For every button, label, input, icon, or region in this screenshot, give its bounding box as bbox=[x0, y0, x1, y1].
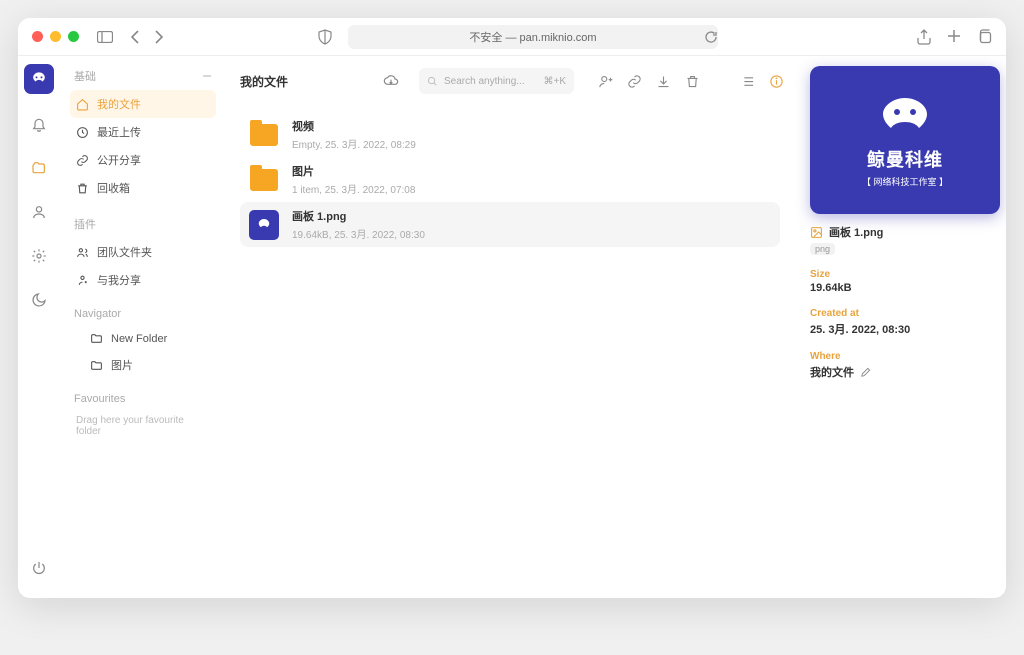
preview-subtitle: 【 网络科技工作室 】 bbox=[862, 175, 948, 188]
edit-path-icon[interactable] bbox=[860, 367, 871, 378]
tabs-icon[interactable] bbox=[977, 29, 992, 45]
maximize-window-button[interactable] bbox=[68, 31, 79, 42]
nav-label: 回收箱 bbox=[97, 180, 130, 196]
nav-label: 公开分享 bbox=[97, 152, 141, 168]
close-window-button[interactable] bbox=[32, 31, 43, 42]
file-row-folder-video[interactable]: 视频 Empty, 25. 3月. 2022, 08:29 bbox=[240, 112, 780, 157]
nav-label: 最近上传 bbox=[97, 124, 141, 140]
image-icon bbox=[810, 226, 823, 239]
search-placeholder: Search anything... bbox=[444, 76, 537, 87]
favorites-title: Favourites bbox=[74, 393, 125, 405]
nav-section-plugins-title: 插件 bbox=[74, 216, 96, 232]
icon-rail bbox=[18, 56, 60, 598]
nav-forward-button[interactable] bbox=[154, 30, 163, 44]
preview-title: 鲸曼科维 bbox=[867, 146, 943, 172]
view-toggle-button[interactable] bbox=[740, 74, 755, 89]
nav-item-publicshare[interactable]: 公开分享 bbox=[70, 146, 216, 174]
app-logo[interactable] bbox=[24, 64, 54, 94]
nav-item-trash[interactable]: 回收箱 bbox=[70, 174, 216, 202]
detail-filename-row: 画板 1.png bbox=[810, 224, 994, 240]
link-icon bbox=[76, 154, 89, 167]
file-name: 画板 1.png bbox=[292, 208, 425, 224]
file-preview: 鲸曼科维 【 网络科技工作室 】 bbox=[810, 66, 1000, 214]
nav-item-recent[interactable]: 最近上传 bbox=[70, 118, 216, 146]
ext-badge: png bbox=[810, 243, 835, 255]
share-icon[interactable] bbox=[917, 29, 931, 45]
search-input[interactable]: Search anything... ⌘+K bbox=[419, 68, 574, 94]
folder-icon bbox=[90, 359, 103, 372]
share-icon bbox=[76, 274, 89, 287]
detail-filename: 画板 1.png bbox=[829, 224, 883, 240]
breadcrumb[interactable]: 我的文件 bbox=[240, 73, 373, 90]
created-value: 25. 3月. 2022, 08:30 bbox=[810, 321, 994, 337]
folder-icon bbox=[250, 124, 278, 146]
folder-icon bbox=[90, 332, 103, 345]
nav-section-basic-title: 基础 bbox=[74, 68, 96, 84]
file-row-image-selected[interactable]: 画板 1.png 19.64kB, 25. 3月. 2022, 08:30 bbox=[240, 202, 780, 247]
file-meta: Empty, 25. 3月. 2022, 08:29 bbox=[292, 136, 416, 151]
navigator-item-newfolder[interactable]: New Folder bbox=[84, 326, 216, 351]
file-meta: 1 item, 25. 3月. 2022, 07:08 bbox=[292, 181, 415, 196]
nav-label: 图片 bbox=[111, 357, 133, 373]
nav-item-myfiles[interactable]: 我的文件 bbox=[70, 90, 216, 118]
folder-icon bbox=[250, 169, 278, 191]
file-list: 视频 Empty, 25. 3月. 2022, 08:29 图片 1 item,… bbox=[240, 112, 780, 247]
url-text: 不安全 — pan.miknio.com bbox=[469, 29, 596, 45]
navigator-item-images[interactable]: 图片 bbox=[84, 351, 216, 379]
nav-item-team[interactable]: 团队文件夹 bbox=[70, 238, 216, 266]
created-label: Created at bbox=[810, 308, 994, 319]
image-thumb bbox=[249, 210, 279, 240]
nav-label: New Folder bbox=[111, 333, 167, 345]
search-hotkey: ⌘+K bbox=[543, 76, 566, 87]
where-label: Where bbox=[810, 351, 994, 362]
traffic-lights bbox=[32, 31, 79, 42]
rail-files[interactable] bbox=[25, 154, 53, 182]
delete-button[interactable] bbox=[685, 74, 700, 89]
home-icon bbox=[76, 98, 89, 111]
file-name: 视频 bbox=[292, 118, 416, 134]
refresh-button[interactable] bbox=[704, 30, 718, 44]
file-meta: 19.64kB, 25. 3月. 2022, 08:30 bbox=[292, 226, 425, 241]
info-button[interactable] bbox=[769, 74, 784, 89]
browser-titlebar: 不安全 — pan.miknio.com bbox=[18, 18, 1006, 56]
collapse-icon[interactable] bbox=[202, 71, 212, 81]
url-bar[interactable]: 不安全 — pan.miknio.com bbox=[348, 25, 718, 49]
rail-notifications[interactable] bbox=[25, 110, 53, 138]
minimize-window-button[interactable] bbox=[50, 31, 61, 42]
navigator-title: Navigator bbox=[74, 308, 121, 320]
new-tab-icon[interactable] bbox=[947, 29, 961, 45]
file-row-folder-images[interactable]: 图片 1 item, 25. 3月. 2022, 07:08 bbox=[240, 157, 780, 202]
clock-icon bbox=[76, 126, 89, 139]
sidebar-toggle-icon[interactable] bbox=[93, 27, 117, 47]
rail-user[interactable] bbox=[25, 198, 53, 226]
detail-panel: 鲸曼科维 【 网络科技工作室 】 画板 1.png png Size 19.64… bbox=[798, 56, 1006, 598]
nav-label: 与我分享 bbox=[97, 272, 141, 288]
app-window: 不安全 — pan.miknio.com 基础 bbox=[18, 18, 1006, 598]
search-icon bbox=[427, 76, 438, 87]
main-panel: 我的文件 Search anything... ⌘+K bbox=[226, 56, 798, 598]
size-value: 19.64kB bbox=[810, 282, 994, 294]
link-button[interactable] bbox=[627, 74, 642, 89]
nav-sidebar: 基础 我的文件 最近上传 公开分享 回收箱 bbox=[60, 56, 226, 598]
rail-theme[interactable] bbox=[25, 286, 53, 314]
rail-power[interactable] bbox=[25, 554, 53, 582]
favorites-empty-text: Drag here your favourite folder bbox=[70, 411, 216, 441]
preview-logo-icon bbox=[873, 92, 937, 140]
file-name: 图片 bbox=[292, 163, 415, 179]
size-label: Size bbox=[810, 269, 994, 280]
nav-label: 我的文件 bbox=[97, 96, 141, 112]
users-icon bbox=[76, 246, 89, 259]
nav-item-sharedwithme[interactable]: 与我分享 bbox=[70, 266, 216, 294]
sync-icon[interactable] bbox=[383, 73, 399, 89]
add-user-button[interactable] bbox=[598, 74, 613, 89]
trash-icon bbox=[76, 182, 89, 195]
where-value: 我的文件 bbox=[810, 364, 854, 380]
nav-back-button[interactable] bbox=[131, 30, 140, 44]
rail-settings[interactable] bbox=[25, 242, 53, 270]
nav-label: 团队文件夹 bbox=[97, 244, 152, 260]
download-button[interactable] bbox=[656, 74, 671, 89]
shield-icon[interactable] bbox=[318, 29, 332, 45]
